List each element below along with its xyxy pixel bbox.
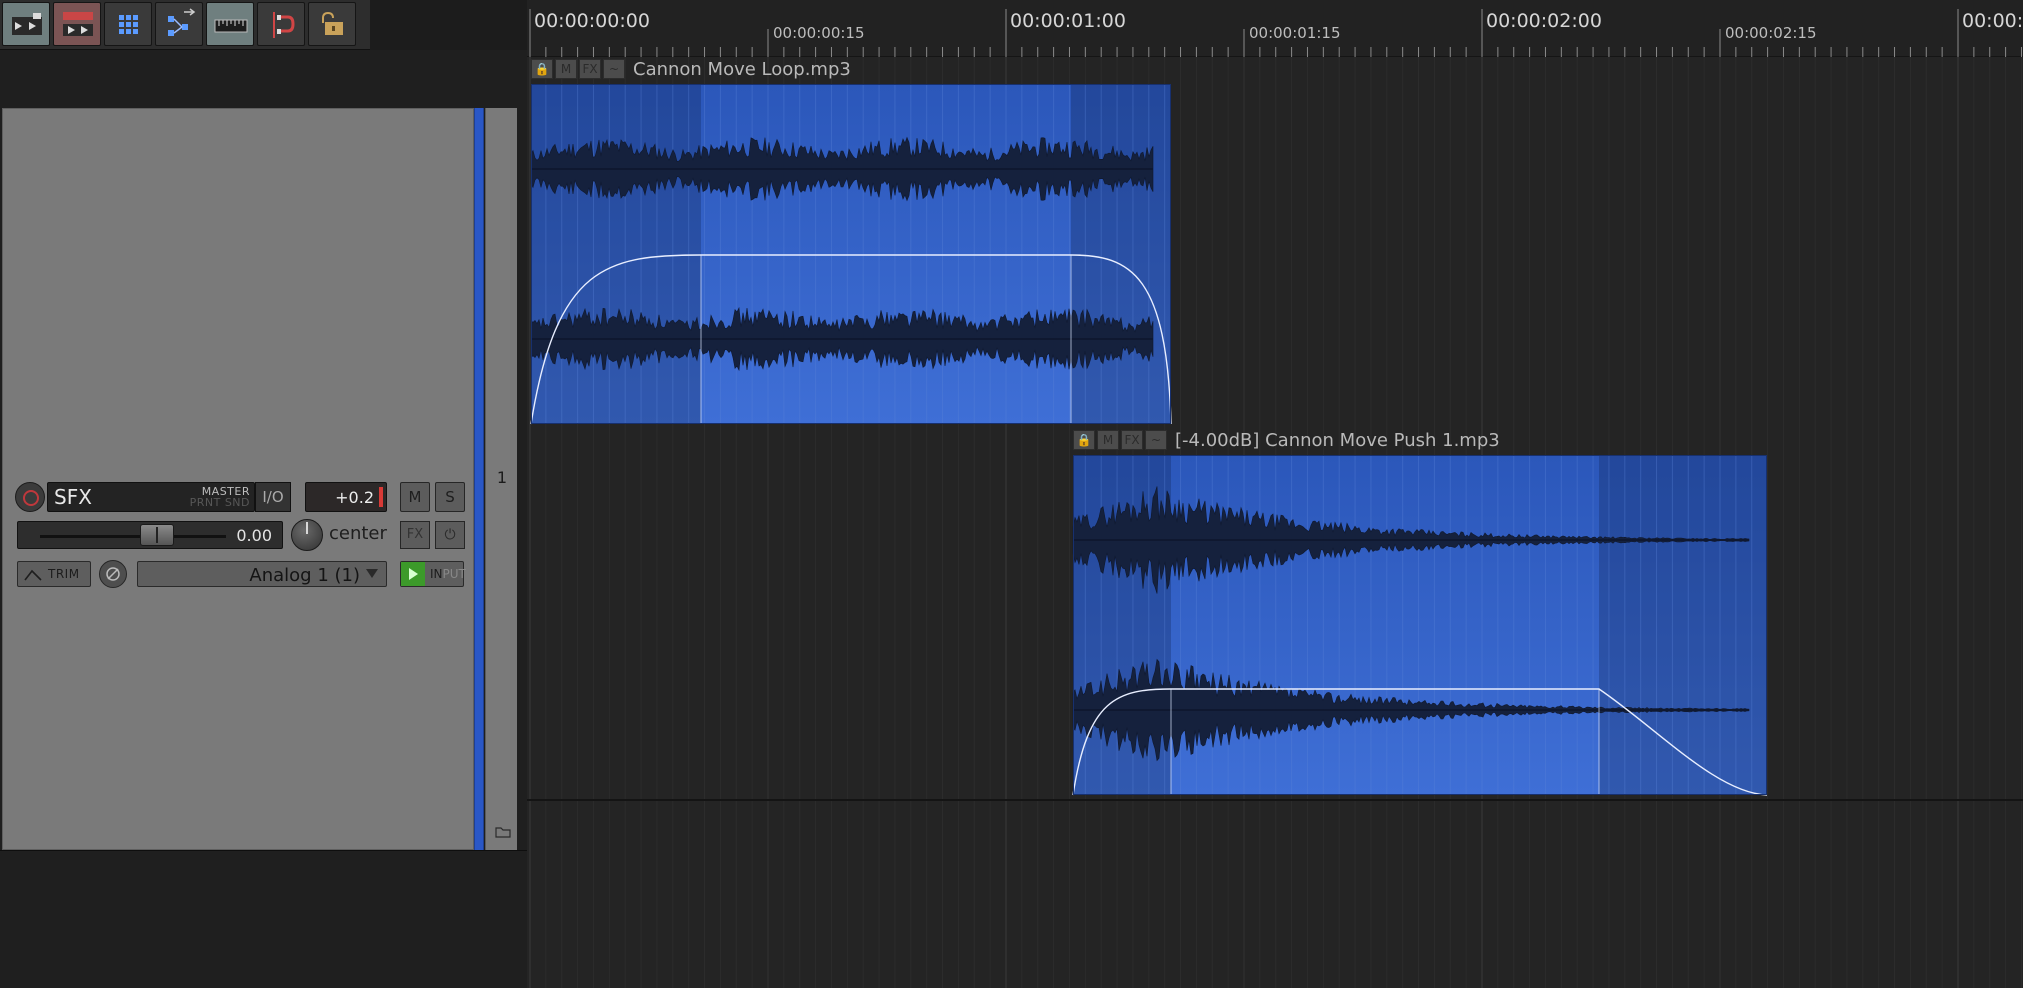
item-title: Cannon Move Loop.mp3 bbox=[633, 59, 851, 80]
io-routing-button[interactable]: I/O bbox=[255, 482, 291, 512]
track-name-text: SFX bbox=[54, 485, 92, 509]
ruler-label-minor: 00:00:02:15 bbox=[1725, 24, 1817, 42]
ruler-label-major: 00:00: bbox=[1962, 10, 2023, 32]
track-number: 1 bbox=[496, 468, 508, 487]
arrange-view[interactable]: 00:00:00:00 00:00:01:00 00:00:02:00 00:0… bbox=[527, 0, 2023, 988]
master-send-sub-label: PRNT SND bbox=[189, 496, 250, 509]
auto-crossfade-button[interactable] bbox=[2, 2, 50, 46]
track-lane-divider bbox=[527, 799, 2023, 801]
timeline-ruler[interactable]: 00:00:00:00 00:00:01:00 00:00:02:00 00:0… bbox=[527, 0, 2023, 57]
play-icon bbox=[401, 562, 425, 586]
pan-knob[interactable] bbox=[291, 519, 323, 551]
main-toolbar bbox=[0, 0, 370, 50]
item-fx-button[interactable]: FX bbox=[579, 59, 601, 79]
lock-icon bbox=[322, 11, 343, 35]
routing-matrix-button[interactable] bbox=[155, 2, 203, 46]
track-panel-area: SFX MASTER PRNT SND I/O +0.2 M S 0.00 ce… bbox=[0, 50, 527, 988]
grid-icon bbox=[119, 15, 138, 34]
item-lock-button[interactable]: 🔒 bbox=[1073, 430, 1095, 450]
folder-icon[interactable] bbox=[495, 826, 511, 838]
phase-icon bbox=[106, 567, 120, 581]
crossfade-icon bbox=[12, 13, 42, 35]
item-header-cannon-move-loop[interactable]: 🔒 M FX ~ Cannon Move Loop.mp3 bbox=[529, 58, 1169, 80]
record-input-label: Analog 1 (1) bbox=[249, 565, 360, 586]
record-input-select[interactable]: Analog 1 (1) bbox=[137, 561, 387, 587]
track-number-column[interactable]: 1 bbox=[485, 108, 517, 850]
snap-button[interactable] bbox=[257, 2, 305, 46]
track-control-panel[interactable]: SFX MASTER PRNT SND I/O +0.2 M S 0.00 ce… bbox=[2, 108, 474, 850]
item-title: [-4.00dB] Cannon Move Push 1.mp3 bbox=[1175, 430, 1500, 451]
ruler-icon bbox=[214, 19, 248, 33]
mute-button[interactable]: M bbox=[400, 482, 430, 512]
solo-button[interactable]: S bbox=[435, 482, 465, 512]
item-fx-button[interactable]: FX bbox=[1121, 430, 1143, 450]
monitor-label: INPUT bbox=[430, 567, 466, 581]
envelope-icon bbox=[24, 569, 42, 581]
fader-track bbox=[40, 535, 226, 538]
timeline-grid bbox=[529, 57, 2022, 988]
volume-readout: +0.2 bbox=[335, 488, 374, 507]
volume-meter[interactable]: +0.2 bbox=[305, 482, 387, 512]
fx-button[interactable]: FX bbox=[400, 521, 430, 549]
ripple-edit-icon bbox=[63, 12, 93, 36]
ruler-label-major: 00:00:01:00 bbox=[1010, 10, 1126, 32]
magnet-icon bbox=[273, 12, 295, 38]
locking-button[interactable] bbox=[308, 2, 356, 46]
fader-value: 0.00 bbox=[236, 526, 272, 545]
master-send-indicator[interactable]: MASTER PRNT SND bbox=[190, 486, 250, 508]
ripple-edit-button[interactable] bbox=[53, 2, 101, 46]
item-lock-button[interactable]: 🔒 bbox=[531, 59, 553, 79]
item-envelope-button[interactable]: ~ bbox=[1145, 430, 1167, 450]
fx-bypass-button[interactable]: ⏻ bbox=[435, 521, 465, 549]
clip-indicator bbox=[379, 487, 383, 507]
chevron-down-icon bbox=[366, 569, 378, 578]
reaper-window: SFX MASTER PRNT SND I/O +0.2 M S 0.00 ce… bbox=[0, 0, 2023, 988]
ruler-label-major: 00:00:00:00 bbox=[534, 10, 650, 32]
ruler-label-minor: 00:00:00:15 bbox=[773, 24, 865, 42]
envelope-lock-button[interactable] bbox=[206, 2, 254, 46]
grid-button[interactable] bbox=[104, 2, 152, 46]
track-color-strip[interactable] bbox=[474, 108, 484, 850]
trim-label: TRIM bbox=[48, 567, 80, 581]
record-arm-button[interactable] bbox=[15, 482, 45, 512]
envelope-trim-button[interactable]: TRIM bbox=[17, 561, 91, 587]
item-mute-button[interactable]: M bbox=[1097, 430, 1119, 450]
pan-label: center bbox=[329, 523, 387, 544]
track-name-field[interactable]: SFX MASTER PRNT SND bbox=[47, 482, 255, 512]
phase-invert-button[interactable] bbox=[99, 560, 127, 588]
record-monitor-button[interactable]: INPUT bbox=[400, 561, 466, 587]
fader-thumb[interactable] bbox=[140, 524, 174, 546]
ruler-label-major: 00:00:02:00 bbox=[1486, 10, 1602, 32]
item-mute-button[interactable]: M bbox=[555, 59, 577, 79]
volume-fader[interactable]: 0.00 bbox=[17, 521, 283, 549]
routing-icon bbox=[168, 8, 196, 36]
ruler-label-minor: 00:00:01:15 bbox=[1249, 24, 1341, 42]
item-envelope-button[interactable]: ~ bbox=[603, 59, 625, 79]
track-divider bbox=[0, 850, 527, 851]
item-header-cannon-move-push[interactable]: 🔒 M FX ~ [-4.00dB] Cannon Move Push 1.mp… bbox=[1071, 429, 1765, 451]
